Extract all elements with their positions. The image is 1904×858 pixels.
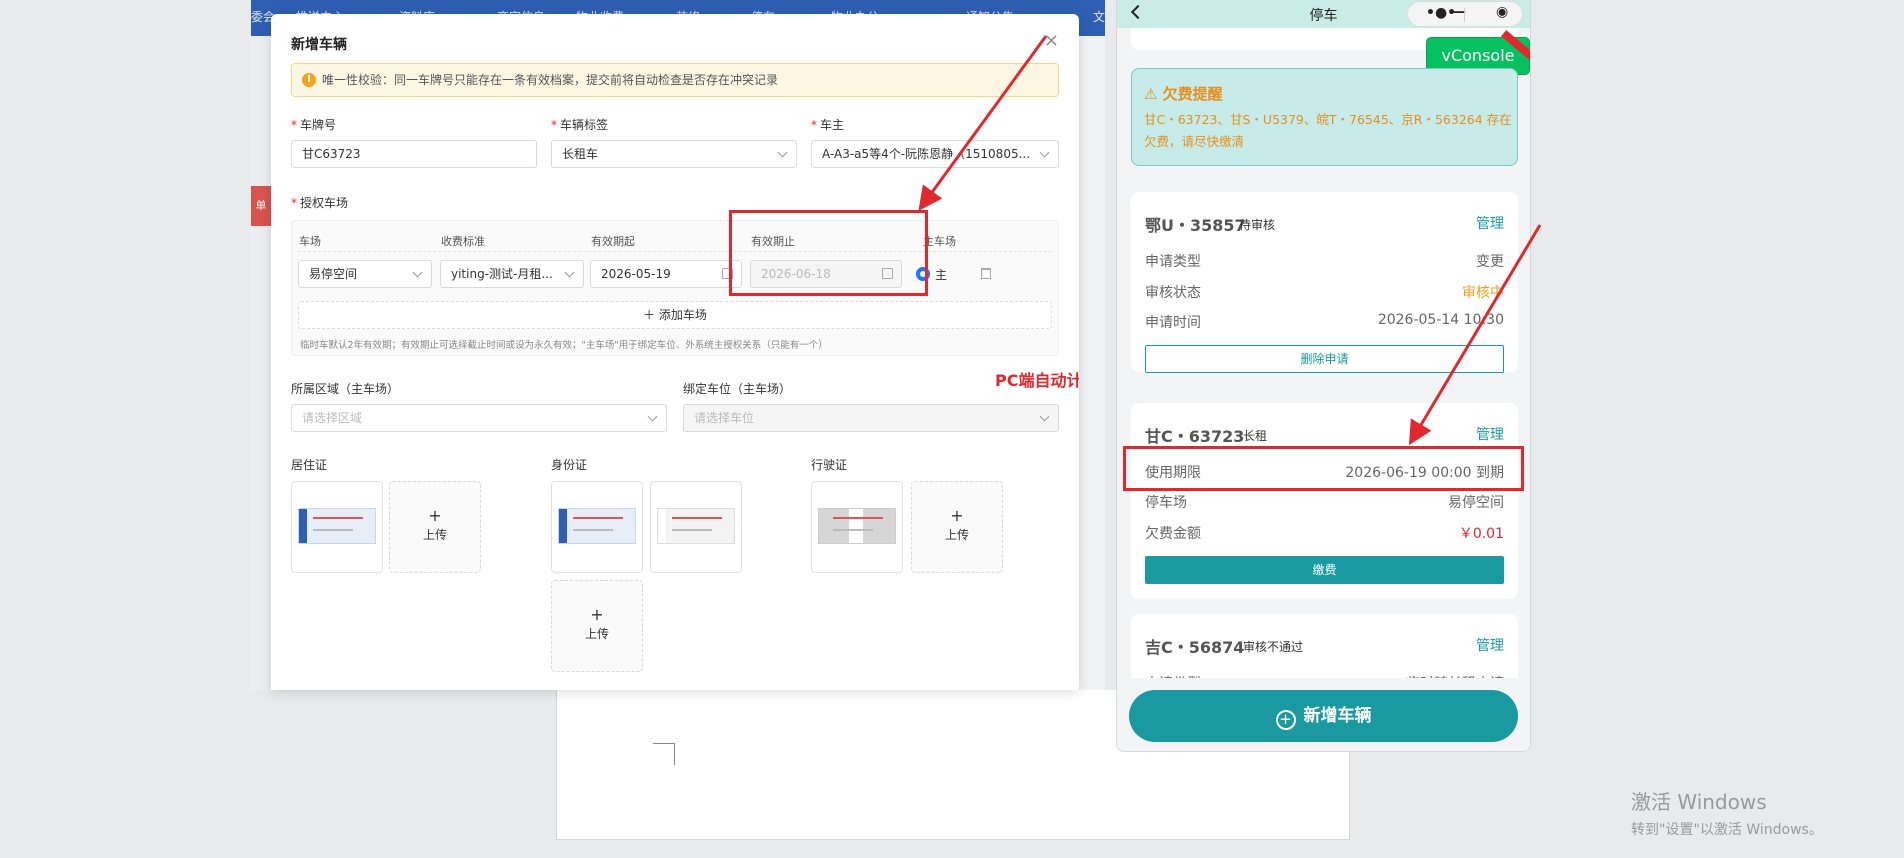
annotation-arrows bbox=[918, 35, 1542, 446]
arrow-to-miniprogram-date bbox=[1408, 224, 1542, 446]
arrow-to-pc-date bbox=[918, 35, 1048, 211]
windows-activation-watermark: 激活 Windows 转到"设置"以激活 Windows。 bbox=[1631, 790, 1823, 838]
